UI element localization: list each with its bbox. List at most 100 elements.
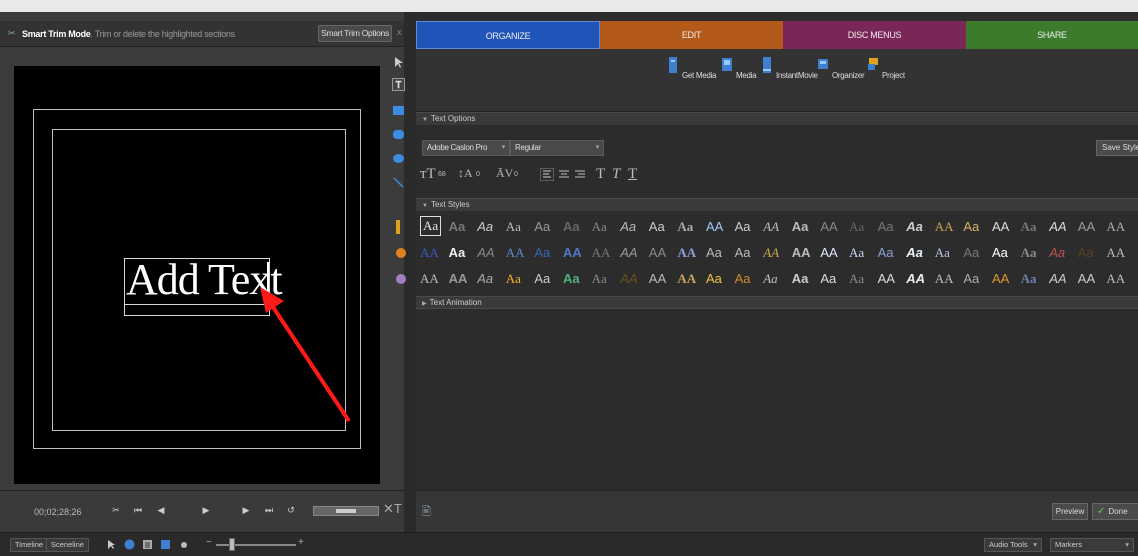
loop-icon[interactable]: ↺	[280, 502, 302, 519]
go-to-end-icon[interactable]: ⏭	[258, 502, 280, 519]
text-style-swatch[interactable]: Aa	[849, 242, 864, 264]
font-size-value[interactable]: 68	[438, 171, 446, 178]
close-icon[interactable]: x	[397, 27, 402, 37]
done-button[interactable]: ✓ Done	[1092, 503, 1138, 520]
text-style-swatch[interactable]: Aa	[878, 242, 894, 264]
get-media-button[interactable]: Get Media	[666, 55, 716, 80]
tab-organize[interactable]: ORGANIZE	[416, 21, 600, 49]
text-style-swatch[interactable]: Aa	[792, 268, 809, 290]
zoom-out-icon[interactable]: −	[206, 537, 212, 548]
text-style-swatch[interactable]: AA	[477, 242, 494, 264]
markers-dropdown[interactable]: Markers ▾	[1050, 538, 1134, 552]
underline-icon[interactable]: T	[628, 166, 637, 183]
smart-trim-options-button[interactable]: Smart Trim Options	[318, 25, 392, 42]
text-style-swatch[interactable]: AA	[820, 216, 837, 238]
text-style-swatch[interactable]: AA	[935, 216, 954, 238]
text-style-swatch[interactable]: Aa	[534, 242, 550, 264]
text-style-swatch[interactable]: Aa	[506, 268, 521, 290]
rectangle-tool-icon[interactable]	[392, 104, 405, 117]
text-style-swatch[interactable]: Aa	[763, 268, 777, 290]
text-style-swatch[interactable]: AA	[763, 216, 779, 238]
text-tool-toggle-icon[interactable]: ✕T	[383, 501, 402, 517]
timeline-tab[interactable]: Timeline	[10, 538, 49, 552]
text-style-swatch[interactable]: Aa	[449, 216, 466, 238]
text-options-header[interactable]: ▼ Text Options	[416, 112, 1138, 125]
tab-edit[interactable]: EDIT	[600, 21, 783, 49]
text-style-swatch[interactable]: Aa	[735, 216, 751, 238]
pointer-tool-icon[interactable]	[106, 539, 117, 550]
kerning-value[interactable]: 0	[514, 171, 518, 178]
text-style-swatch[interactable]: Aa	[1049, 242, 1065, 264]
text-style-swatch[interactable]: AA	[506, 242, 525, 264]
faux-italic-icon[interactable]: T	[612, 166, 620, 183]
text-style-swatch[interactable]: AA	[420, 242, 439, 264]
zoom-slider-handle[interactable]	[229, 538, 235, 551]
smart-fix-icon[interactable]	[124, 539, 135, 550]
align-left-icon[interactable]	[540, 168, 554, 181]
text-style-swatch[interactable]: AA	[1078, 216, 1095, 238]
text-style-swatch[interactable]: Aa	[849, 216, 864, 238]
text-style-swatch[interactable]: Aa	[563, 216, 580, 238]
text-style-swatch[interactable]: AA	[592, 242, 611, 264]
ellipse-tool-icon[interactable]	[392, 152, 405, 165]
timecode[interactable]: 00;02;28;26	[34, 507, 82, 517]
vertical-type-icon[interactable]	[396, 220, 400, 234]
step-forward-icon[interactable]: ▶	[235, 502, 257, 519]
text-style-swatch[interactable]: Aa	[1021, 268, 1037, 290]
text-style-swatch[interactable]: Aa	[1078, 242, 1094, 264]
text-style-swatch[interactable]: Aa	[1021, 242, 1037, 264]
text-style-swatch[interactable]: AA	[706, 216, 723, 238]
text-style-swatch[interactable]: Aa	[649, 216, 665, 238]
text-style-swatch[interactable]: Aa	[477, 216, 493, 238]
text-style-swatch[interactable]: AA	[563, 242, 582, 264]
text-style-swatch[interactable]: AA	[906, 268, 925, 290]
align-right-icon[interactable]	[574, 168, 586, 181]
text-color-icon[interactable]	[396, 248, 406, 258]
text-style-swatch[interactable]: AA	[935, 268, 954, 290]
text-style-swatch[interactable]: Aa	[820, 268, 836, 290]
tab-share[interactable]: SHARE	[966, 21, 1138, 49]
font-size-icon[interactable]: ᴛT	[420, 166, 436, 183]
zoom-slider-track[interactable]	[216, 544, 296, 546]
preview-button[interactable]: Preview	[1052, 503, 1088, 520]
faux-bold-icon[interactable]: T	[596, 166, 605, 183]
text-style-swatch[interactable]: AA	[1106, 216, 1125, 238]
text-style-swatch[interactable]: AA	[1106, 268, 1125, 290]
organizer-button[interactable]: Organizer	[816, 55, 865, 80]
audio-mix-icon[interactable]	[180, 539, 191, 550]
style-swatch-icon[interactable]	[396, 274, 406, 284]
text-style-swatch[interactable]: Aa	[449, 242, 466, 264]
text-style-swatch[interactable]: AA	[820, 242, 837, 264]
text-style-swatch[interactable]: Aa	[735, 242, 751, 264]
split-clip-icon[interactable]: ✂	[105, 502, 127, 519]
leading-icon[interactable]: ↕A	[458, 166, 473, 181]
text-style-swatch[interactable]: Aa	[534, 268, 550, 290]
properties-icon[interactable]	[142, 539, 153, 550]
font-style-dropdown[interactable]: Regular ▾	[510, 140, 604, 156]
play-icon[interactable]: ▶	[195, 502, 217, 519]
save-style-button[interactable]: Save Style	[1096, 140, 1138, 156]
text-style-swatch[interactable]: Aa	[878, 216, 894, 238]
text-style-swatch[interactable]: Aa	[706, 268, 722, 290]
text-style-swatch[interactable]: AA	[763, 242, 779, 264]
audio-tools-dropdown[interactable]: Audio Tools ▾	[984, 538, 1042, 552]
text-style-swatch[interactable]: Aa	[506, 216, 521, 238]
text-style-swatch[interactable]: Aa	[906, 242, 923, 264]
text-style-swatch[interactable]: Aa	[534, 216, 550, 238]
text-animation-header[interactable]: ▶ Text Animation	[416, 296, 1138, 309]
video-preview[interactable]: Add Text	[14, 66, 380, 484]
text-style-swatch[interactable]: AA	[649, 268, 666, 290]
text-style-swatch[interactable]: Aa	[735, 268, 751, 290]
text-style-swatch[interactable]: Aa	[620, 216, 636, 238]
kerning-icon[interactable]: ĀV	[496, 166, 513, 181]
text-style-swatch[interactable]: Aa	[963, 242, 979, 264]
text-style-swatch[interactable]: AA	[449, 268, 468, 290]
shuttle-slider[interactable]	[313, 506, 379, 516]
text-style-swatch[interactable]: AA	[620, 268, 637, 290]
tab-disc-menus[interactable]: DISC MENUS	[783, 21, 966, 49]
horizontal-type-tool-icon[interactable]	[392, 78, 405, 91]
line-tool-icon[interactable]	[392, 176, 405, 189]
overlay-text[interactable]: Add Text	[126, 254, 283, 305]
text-style-swatch[interactable]: Aa	[935, 242, 950, 264]
rounded-rectangle-tool-icon[interactable]	[392, 128, 405, 141]
